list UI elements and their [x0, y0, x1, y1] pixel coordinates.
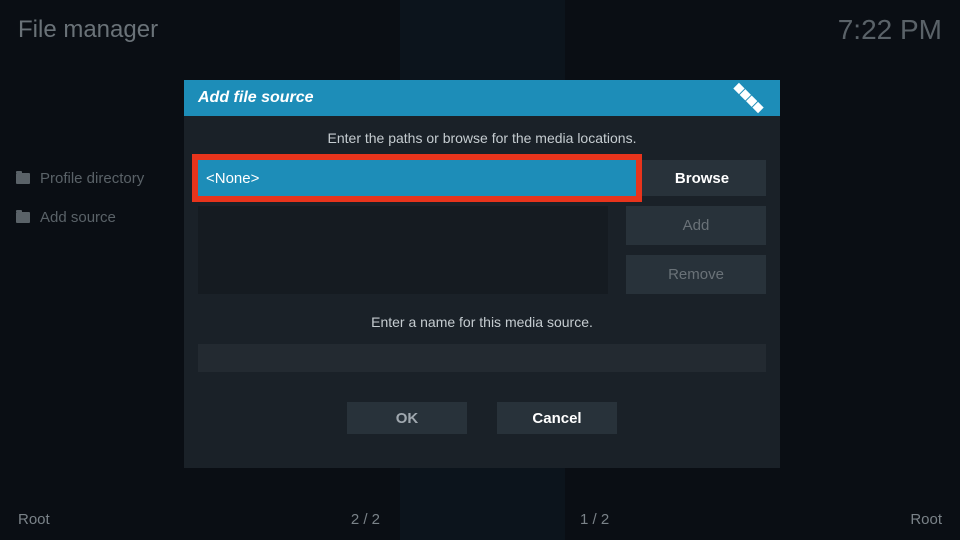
page-title: File manager — [18, 16, 158, 44]
dialog-body: Enter the paths or browse for the media … — [184, 116, 780, 468]
remove-button[interactable]: Remove — [626, 255, 766, 294]
sidebar-item-label: Add source — [40, 209, 116, 226]
sidebar-item-label: Profile directory — [40, 170, 144, 187]
add-button[interactable]: Add — [626, 206, 766, 245]
paths-list[interactable] — [198, 206, 608, 294]
footer-counter-right: 1 / 2 — [580, 511, 609, 528]
ok-button[interactable]: OK — [347, 402, 467, 434]
folder-icon — [16, 173, 30, 184]
top-bar: File manager 7:22 PM — [18, 14, 942, 46]
name-input[interactable] — [198, 344, 766, 372]
cancel-button[interactable]: Cancel — [497, 402, 617, 434]
kodi-logo-icon — [733, 83, 763, 113]
clock: 7:22 PM — [838, 14, 942, 46]
dialog-header: Add file source — [184, 80, 780, 116]
sidebar-item-profile-directory[interactable]: Profile directory — [16, 170, 144, 187]
browse-button[interactable]: Browse — [638, 160, 766, 196]
name-prompt: Enter a name for this media source. — [198, 314, 766, 330]
dialog-title: Add file source — [198, 89, 314, 107]
folder-icon — [16, 212, 30, 223]
path-input[interactable]: <None> — [192, 154, 642, 202]
add-file-source-dialog: Add file source Enter the paths or brows… — [184, 80, 780, 468]
sidebar: Profile directory Add source — [16, 170, 144, 248]
sidebar-item-add-source[interactable]: Add source — [16, 209, 144, 226]
bottom-bar: Root 2 / 2 1 / 2 Root — [18, 511, 942, 528]
footer-counter-left: 2 / 2 — [351, 511, 380, 528]
path-prompt: Enter the paths or browse for the media … — [198, 130, 766, 146]
